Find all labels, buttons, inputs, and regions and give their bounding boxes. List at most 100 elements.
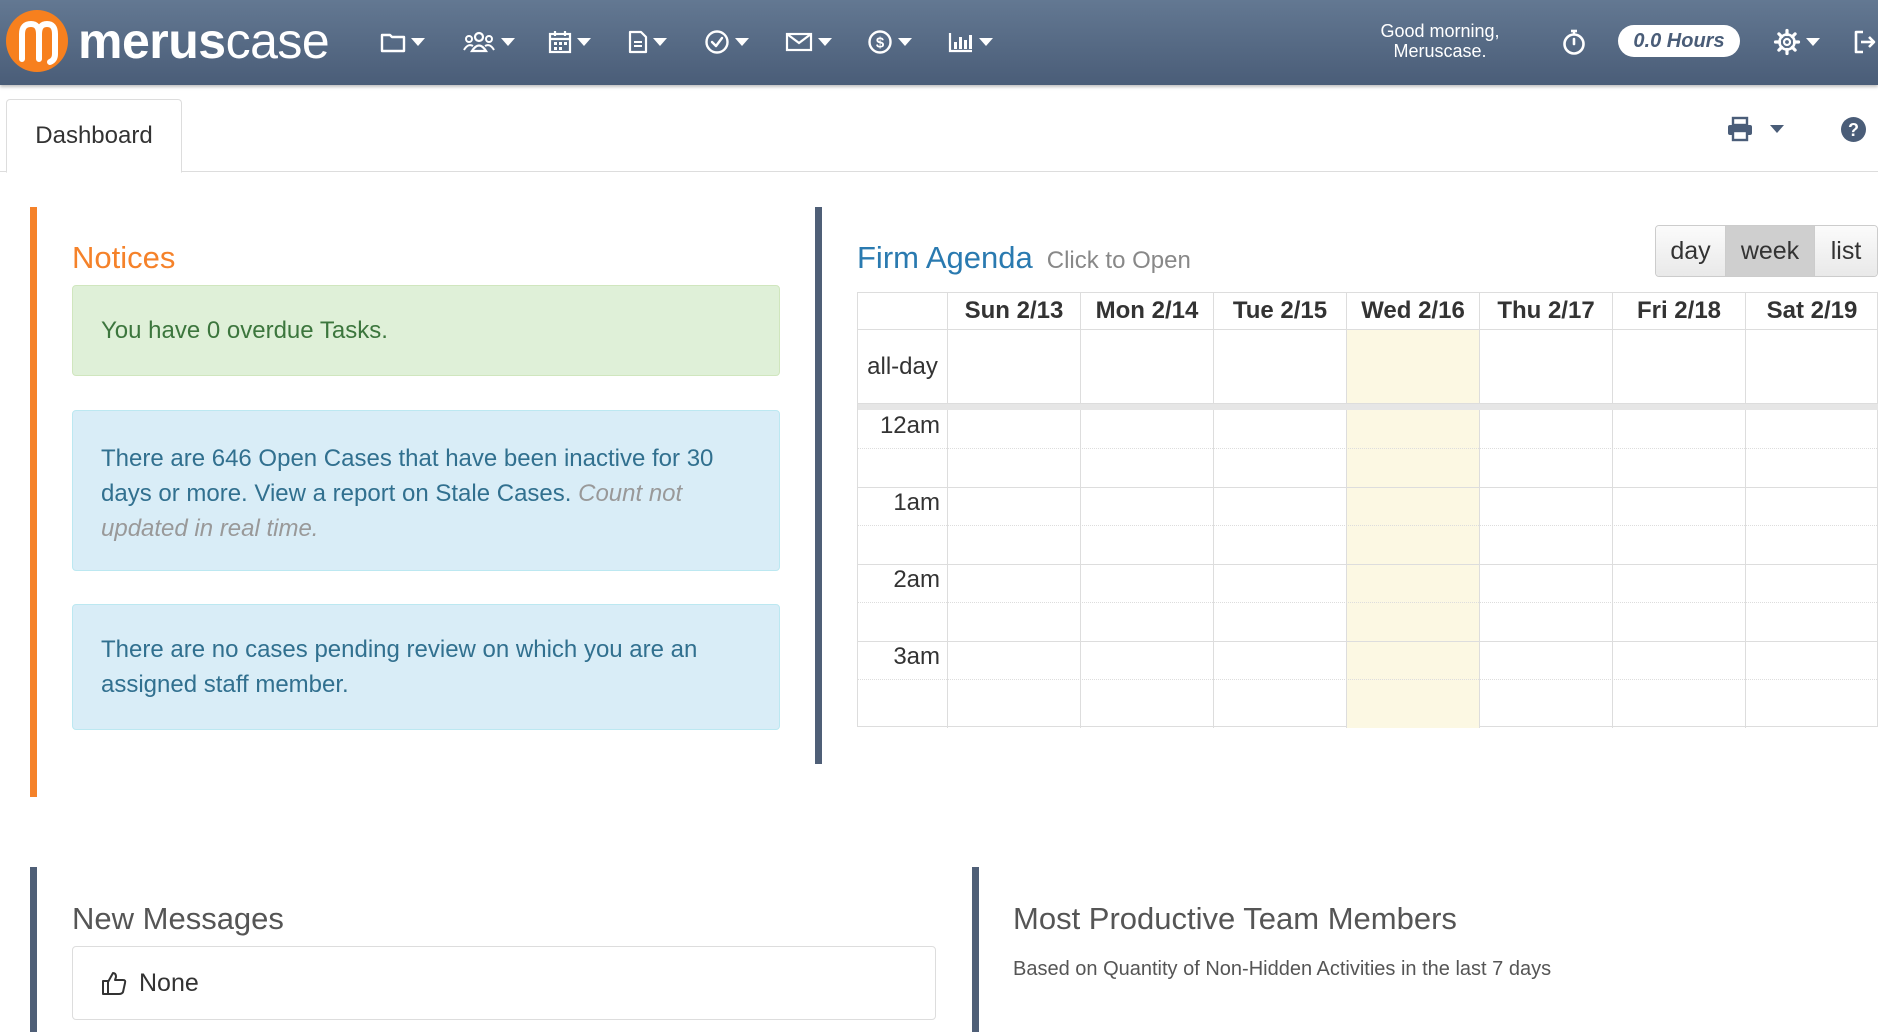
chevron-down-icon — [577, 38, 591, 46]
users-icon — [463, 31, 495, 53]
overdue-tasks-text: You have 0 overdue Tasks. — [101, 317, 388, 344]
settings-menu[interactable] — [1773, 22, 1820, 62]
calendar-day-column[interactable] — [1081, 410, 1214, 728]
gear-icon — [1773, 28, 1801, 56]
hours-counter[interactable]: 0.0 Hours — [1618, 25, 1740, 57]
chevron-down-icon — [735, 38, 749, 46]
week-calendar: all-day Sun 2/13 Mon 2/14 Tue 2/15 Wed 2/16 T… — [857, 292, 1878, 728]
hour-line — [858, 487, 1878, 488]
check-circle-icon — [705, 30, 729, 54]
hour-line — [858, 564, 1878, 565]
hour-line — [858, 641, 1878, 642]
tasks-menu[interactable] — [704, 22, 749, 62]
thumbs-up-icon — [102, 972, 127, 995]
messages-empty-label: None — [139, 968, 199, 997]
view-day-button[interactable]: day — [1656, 226, 1726, 276]
svg-text:?: ? — [1848, 120, 1859, 140]
half-hour-line — [858, 525, 1878, 526]
messages-empty-box: None — [72, 946, 936, 1020]
stopwatch-icon — [1563, 29, 1585, 55]
overdue-tasks-alert: You have 0 overdue Tasks. — [72, 285, 780, 376]
chevron-down-icon — [818, 38, 832, 46]
calendar-day-column[interactable] — [1613, 410, 1746, 728]
tab-dashboard[interactable]: Dashboard — [6, 99, 182, 173]
calendar-day-header[interactable]: Mon 2/14 — [1081, 293, 1214, 330]
calendar-day-column[interactable] — [1746, 410, 1878, 728]
dollar-icon: $ — [868, 30, 892, 54]
notices-title: Notices — [72, 240, 176, 275]
half-hour-line — [858, 602, 1878, 603]
calendar-view-switcher: day week list — [1655, 225, 1878, 277]
calendar-day-column[interactable] — [1347, 410, 1480, 728]
time-label: 2am — [893, 566, 940, 593]
sign-out-icon — [1854, 30, 1876, 54]
calendar-header-gutter — [858, 293, 948, 330]
time-label: 12am — [879, 412, 940, 439]
svg-text:$: $ — [876, 35, 885, 52]
new-messages-title: New Messages — [72, 901, 284, 936]
calendar-icon — [548, 31, 572, 54]
productive-members-title: Most Productive Team Members — [1013, 901, 1457, 936]
productive-panel-border — [972, 867, 979, 1032]
documents-menu[interactable] — [628, 22, 667, 62]
chevron-down-icon — [501, 38, 515, 46]
calendar-day-header[interactable]: Tue 2/15 — [1214, 293, 1347, 330]
allday-cell[interactable] — [948, 330, 1081, 404]
allday-cell[interactable] — [1214, 330, 1347, 404]
firm-agenda-title[interactable]: Firm Agenda — [857, 240, 1033, 276]
calendar-day-column[interactable] — [948, 410, 1081, 728]
firm-agenda-header[interactable]: Firm Agenda Click to Open — [857, 240, 1191, 276]
reports-menu[interactable] — [948, 22, 993, 62]
cases-menu[interactable] — [380, 22, 425, 62]
allday-label: all-day — [858, 330, 948, 404]
view-list-button[interactable]: list — [1815, 226, 1877, 276]
calendar-menu[interactable] — [548, 22, 591, 62]
document-icon — [628, 30, 648, 54]
top-navbar: meruscase $ Good morning, Meruscase. 0.0… — [0, 0, 1878, 85]
chevron-down-icon — [898, 38, 912, 46]
calendar-day-header[interactable]: Sat 2/19 — [1746, 293, 1878, 330]
meruscase-wordmark: meruscase — [78, 13, 330, 69]
calendar-day-header[interactable]: Wed 2/16 — [1347, 293, 1480, 330]
stale-cases-alert[interactable]: There are 646 Open Cases that have been … — [72, 410, 780, 571]
messages-menu[interactable] — [785, 22, 832, 62]
pending-review-alert: There are no cases pending review on whi… — [72, 604, 780, 730]
calendar-day-header[interactable]: Thu 2/17 — [1480, 293, 1613, 330]
chart-icon — [948, 33, 972, 53]
firm-agenda-subtitle[interactable]: Click to Open — [1047, 247, 1191, 275]
chevron-down-icon — [653, 38, 667, 46]
allday-cell[interactable] — [1480, 330, 1613, 404]
folder-icon — [380, 33, 406, 53]
pending-review-text: There are no cases pending review on whi… — [101, 636, 698, 698]
messages-panel-border — [30, 867, 37, 1032]
productive-members-subtitle: Based on Quantity of Non-Hidden Activiti… — [1013, 958, 1552, 980]
half-hour-line — [858, 679, 1878, 680]
calendar-day-header[interactable]: Sun 2/13 — [948, 293, 1081, 330]
allday-cell[interactable] — [1613, 330, 1746, 404]
allday-cell[interactable] — [1746, 330, 1878, 404]
calendar-day-column[interactable] — [1480, 410, 1613, 728]
chevron-down-icon — [979, 38, 993, 46]
billing-menu[interactable]: $ — [867, 22, 912, 62]
print-menu[interactable] — [1726, 116, 1784, 142]
contacts-menu[interactable] — [462, 22, 515, 62]
chevron-down-icon — [1770, 125, 1784, 133]
timer-button[interactable] — [1561, 22, 1587, 62]
time-label: 1am — [893, 489, 940, 516]
help-button[interactable]: ? — [1840, 116, 1867, 148]
allday-cell[interactable] — [1347, 330, 1480, 404]
view-week-button[interactable]: week — [1726, 226, 1815, 276]
calendar-day-column[interactable] — [1214, 410, 1347, 728]
meruscase-logo[interactable]: meruscase — [6, 10, 330, 72]
half-hour-line — [858, 448, 1878, 449]
meruscase-logo-mark — [6, 10, 68, 72]
envelope-icon — [785, 32, 813, 52]
chevron-down-icon — [411, 38, 425, 46]
tab-bar: Dashboard — [0, 85, 1878, 173]
greeting-text: Good morning, Meruscase. — [1380, 21, 1500, 61]
allday-cell[interactable] — [1081, 330, 1214, 404]
logout-button[interactable] — [1852, 22, 1878, 62]
time-label: 3am — [893, 643, 940, 670]
calendar-day-header[interactable]: Fri 2/18 — [1613, 293, 1746, 330]
chevron-down-icon — [1806, 38, 1820, 46]
